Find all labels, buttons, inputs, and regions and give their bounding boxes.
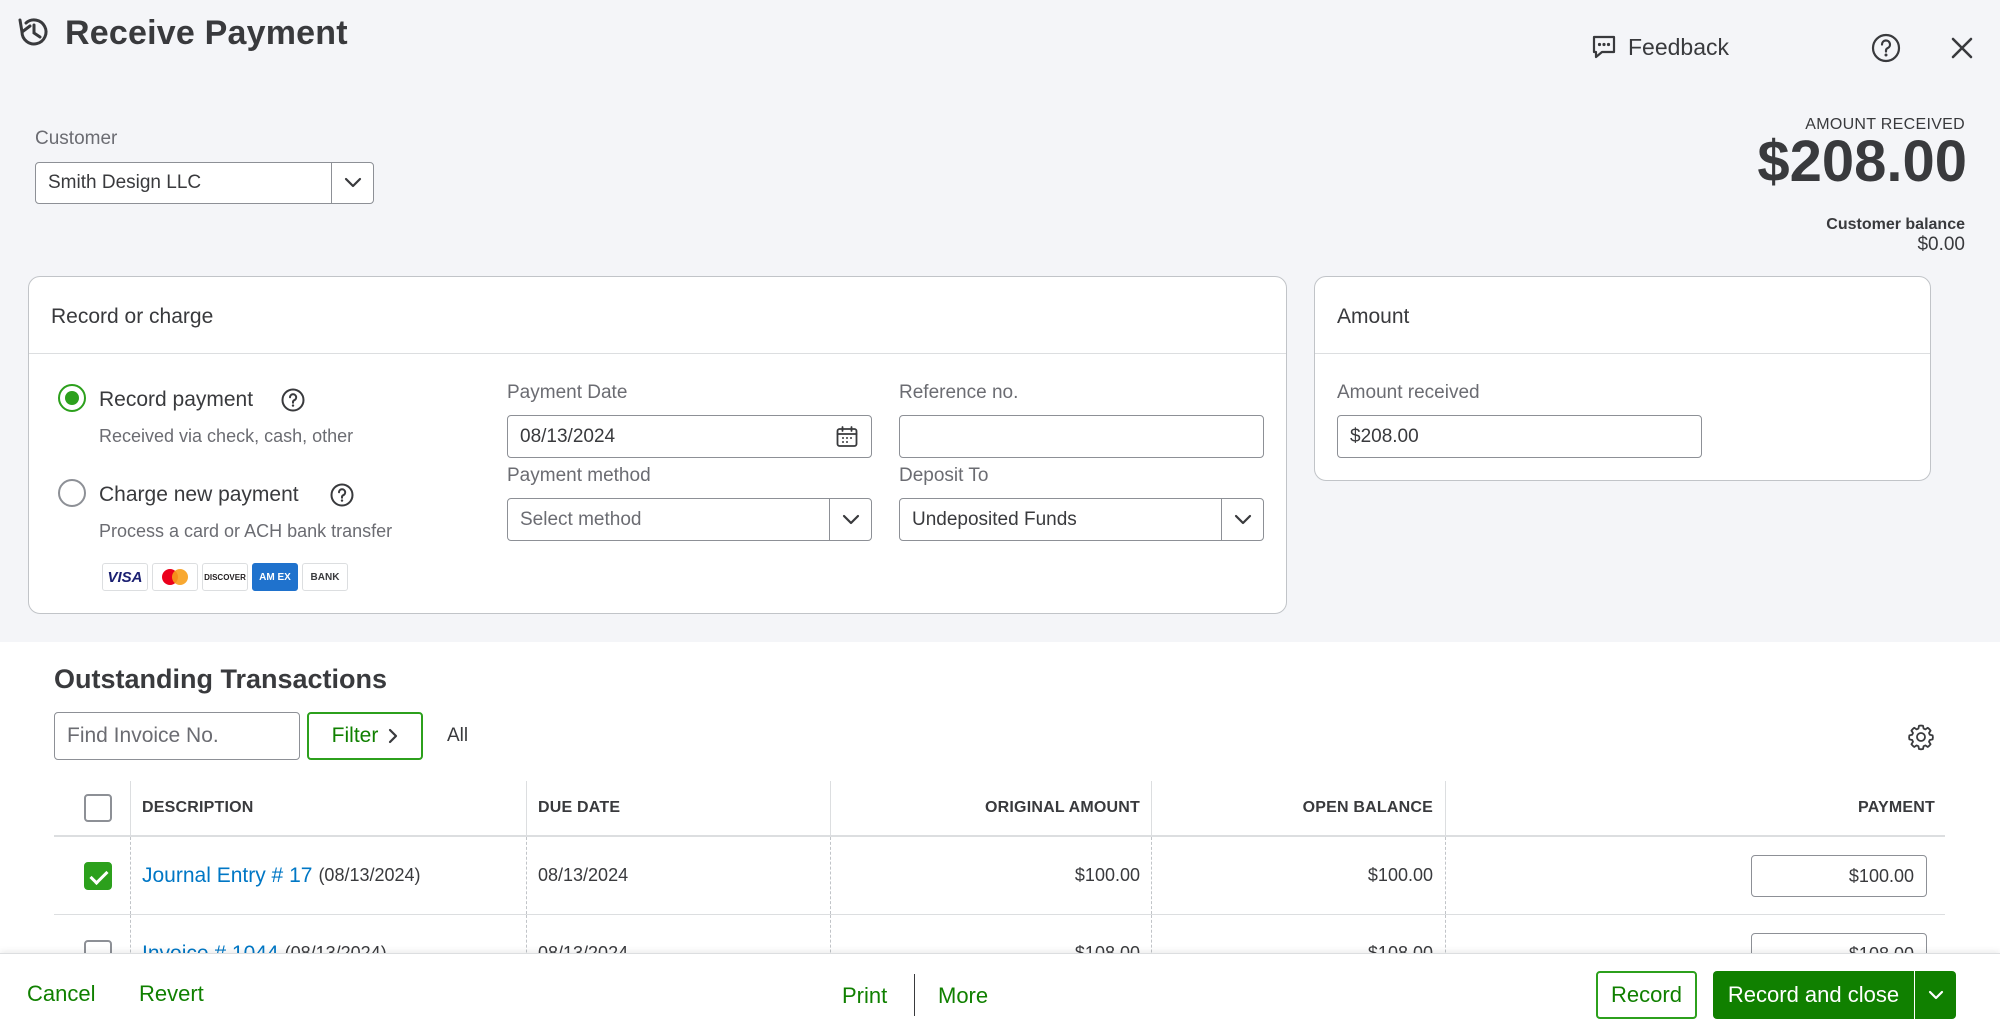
customer-value: Smith Design LLC xyxy=(48,172,202,193)
row-description: Journal Entry # 17 (08/13/2024) xyxy=(142,837,421,914)
col-open-balance[interactable]: OPEN BALANCE xyxy=(1151,781,1433,835)
row-checkbox[interactable] xyxy=(84,861,112,890)
bank-logo: BANK xyxy=(302,563,348,591)
gear-icon[interactable] xyxy=(1906,722,1936,752)
transaction-link[interactable]: Journal Entry # 17 xyxy=(142,864,312,888)
footer-bar: Cancel Revert Print More Record Record a… xyxy=(0,953,2000,1035)
payment-input[interactable]: $108.00 xyxy=(1751,933,1927,953)
transaction-date: (08/13/2024) xyxy=(284,943,387,953)
chevron-down-icon xyxy=(1928,990,1943,1000)
footer-divider xyxy=(914,974,915,1016)
transaction-date: (08/13/2024) xyxy=(318,865,421,885)
help-icon[interactable] xyxy=(1870,32,1902,64)
amount-received-input[interactable]: $208.00 xyxy=(1337,415,1702,458)
close-icon[interactable] xyxy=(1946,32,1978,64)
payment-method-placeholder: Select method xyxy=(520,508,642,530)
payment-method-select[interactable]: Select method xyxy=(507,498,872,541)
feedback-button[interactable]: Feedback xyxy=(1590,30,1729,64)
chevron-right-icon xyxy=(389,728,398,744)
chevron-down-icon[interactable] xyxy=(331,163,373,203)
col-due-date[interactable]: DUE DATE xyxy=(538,781,620,835)
outstanding-table: DESCRIPTION DUE DATE ORIGINAL AMOUNT OPE… xyxy=(54,781,1945,953)
help-icon[interactable] xyxy=(329,482,355,508)
all-filter-label[interactable]: All xyxy=(447,725,468,747)
row-checkbox[interactable] xyxy=(84,939,112,953)
table-row: Invoice # 1044 (08/13/2024) 08/13/2024 $… xyxy=(54,915,1945,953)
card-logos: VISA DISCOVER AM EX BANK xyxy=(102,563,348,591)
help-icon[interactable] xyxy=(280,387,306,413)
payment-date-label: Payment Date xyxy=(507,382,628,403)
row-select-cell xyxy=(84,837,114,914)
mastercard-logo xyxy=(152,563,198,591)
record-payment-label: Record payment xyxy=(99,388,254,411)
charge-payment-sub: Process a card or ACH bank transfer xyxy=(99,521,393,541)
calendar-icon[interactable] xyxy=(835,425,859,449)
payment-input[interactable]: $100.00 xyxy=(1751,855,1927,897)
page-title: Receive Payment xyxy=(65,14,348,52)
deposit-to-label: Deposit To xyxy=(899,465,989,486)
record-options-button[interactable] xyxy=(1915,971,1956,1019)
record-button[interactable]: Record xyxy=(1596,971,1697,1019)
customer-balance-label: Customer balance xyxy=(1826,216,1965,233)
discover-logo: DISCOVER xyxy=(202,563,248,591)
divider xyxy=(1315,353,1930,354)
payment-date-input[interactable]: 08/13/2024 xyxy=(507,415,872,458)
more-button[interactable]: More xyxy=(938,983,988,1009)
chevron-down-icon[interactable] xyxy=(829,499,871,540)
divider xyxy=(29,353,1286,354)
filter-button[interactable]: Filter xyxy=(307,712,423,760)
select-all-checkbox[interactable] xyxy=(84,794,112,822)
amount-received-field-label: Amount received xyxy=(1337,382,1480,403)
row-original-amount: $108.00 xyxy=(1074,943,1140,953)
payment-method-label: Payment method xyxy=(507,465,651,486)
row-due-date: 08/13/2024 xyxy=(538,943,629,953)
deposit-to-select[interactable]: Undeposited Funds xyxy=(899,498,1264,541)
row-open-balance: $100.00 xyxy=(1367,865,1433,885)
history-icon[interactable] xyxy=(14,12,54,52)
col-description[interactable]: DESCRIPTION xyxy=(142,781,254,835)
reference-label: Reference no. xyxy=(899,382,1019,403)
record-payment-radio[interactable] xyxy=(58,384,86,412)
chevron-down-icon[interactable] xyxy=(1221,499,1263,540)
card-title: Record or charge xyxy=(51,305,214,328)
reference-input[interactable] xyxy=(899,415,1264,458)
find-invoice-input[interactable] xyxy=(54,712,300,760)
row-select-cell xyxy=(84,915,114,953)
filter-label: Filter xyxy=(331,724,379,747)
record-payment-sub: Received via check, cash, other xyxy=(99,426,354,446)
print-button[interactable]: Print xyxy=(842,983,887,1009)
customer-select[interactable]: Smith Design LLC xyxy=(35,162,374,204)
col-original-amount[interactable]: ORIGINAL AMOUNT xyxy=(830,781,1140,835)
table-header: DESCRIPTION DUE DATE ORIGINAL AMOUNT OPE… xyxy=(54,781,1945,837)
outstanding-title: Outstanding Transactions xyxy=(54,664,388,694)
charge-payment-radio[interactable] xyxy=(58,479,86,507)
card-title: Amount xyxy=(1337,305,1410,328)
row-due-date: 08/13/2024 xyxy=(538,865,629,885)
row-original-amount: $100.00 xyxy=(1074,865,1140,885)
row-description: Invoice # 1044 (08/13/2024) xyxy=(142,915,387,954)
visa-logo: VISA xyxy=(102,563,148,591)
amount-received-input-value: $208.00 xyxy=(1350,425,1419,447)
amount-received-total: $208.00 xyxy=(1757,129,1967,194)
revert-button[interactable]: Revert xyxy=(139,981,204,1007)
customer-balance-value: $0.00 xyxy=(1917,234,1965,255)
amex-logo: AM EX xyxy=(252,563,298,591)
charge-payment-label: Charge new payment xyxy=(99,483,299,506)
feedback-icon xyxy=(1592,35,1616,59)
col-payment[interactable]: PAYMENT xyxy=(1445,781,1935,835)
select-all-cell xyxy=(84,781,114,835)
deposit-to-value: Undeposited Funds xyxy=(912,508,1077,530)
transaction-link[interactable]: Invoice # 1044 xyxy=(142,942,279,954)
customer-label: Customer xyxy=(35,128,118,149)
record-and-close-button[interactable]: Record and close xyxy=(1713,971,1914,1019)
table-row: Journal Entry # 17 (08/13/2024) 08/13/20… xyxy=(54,837,1945,915)
row-open-balance: $108.00 xyxy=(1367,943,1433,953)
feedback-label: Feedback xyxy=(1628,33,1730,60)
payment-date-value: 08/13/2024 xyxy=(520,425,616,447)
cancel-button[interactable]: Cancel xyxy=(27,981,95,1007)
